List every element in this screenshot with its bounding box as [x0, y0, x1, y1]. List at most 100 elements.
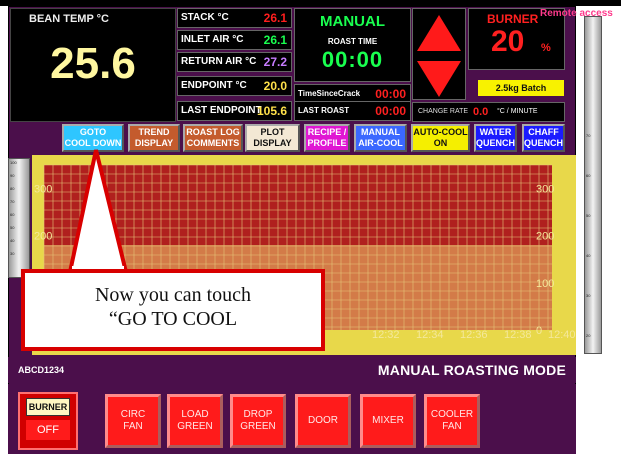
arrow-down-icon[interactable]	[417, 61, 461, 97]
control-button-cooler-fan[interactable]: COOLER FAN	[424, 394, 480, 448]
time-since-crack-value: 00:00	[375, 87, 406, 101]
bean-temp-panel: BEAN TEMP °C 25.6	[10, 8, 176, 122]
control-button-mixer[interactable]: MIXER	[360, 394, 416, 448]
roasting-mode-label: MANUAL ROASTING MODE	[377, 362, 566, 378]
left-gauge-tick: 30	[10, 251, 15, 256]
right-temperature-gauge	[584, 16, 602, 354]
return-air-row: RETURN AIR °C 27.2	[177, 52, 292, 72]
chart-x-tick: 12:36	[460, 329, 488, 341]
left-gauge-tick: 70	[10, 199, 15, 204]
nav-button-label: MANUAL AIR-COOL	[358, 127, 403, 148]
nav-button-label: GOTO COOL DOWN	[64, 127, 122, 148]
time-since-crack-label: TimeSinceCrack	[298, 89, 361, 98]
burner-button-label: BURNER	[26, 398, 70, 416]
nav-button-auto-cool[interactable]: AUTO-COOL ON	[411, 124, 470, 152]
return-air-label: RETURN AIR °C	[181, 56, 257, 67]
nav-button-label: PLOT DISPLAY	[253, 127, 292, 148]
instruction-callout: Now you can touch “GO TO COOL	[21, 269, 325, 351]
control-button-label: MIXER	[372, 415, 404, 426]
right-gauge-tick: 40	[586, 253, 591, 258]
nav-button-trend[interactable]: TREND DISPLAY	[128, 124, 180, 152]
right-gauge-tick: 30	[586, 293, 591, 298]
chart-x-tick: 12:38	[504, 329, 532, 341]
nav-button-label: RECIPE / PROFILE	[307, 127, 347, 148]
nav-button-manual[interactable]: MANUAL AIR-COOL	[354, 124, 407, 152]
bean-temp-value: 25.6	[50, 39, 136, 88]
left-gauge-tick: 90	[10, 173, 15, 178]
burner-toggle-button[interactable]: BURNER OFF	[18, 392, 78, 450]
control-button-drop-green[interactable]: DROP GREEN	[230, 394, 286, 448]
right-gauge-tick: 20	[586, 333, 591, 338]
inlet-air-label: INLET AIR °C	[181, 34, 244, 45]
control-button-label: LOAD GREEN	[177, 409, 213, 432]
burner-value: 20	[491, 25, 525, 58]
last-roast-value: 00:00	[375, 104, 406, 118]
chart-y-tick-left: 200	[34, 231, 52, 243]
inlet-air-value: 26.1	[263, 33, 287, 47]
endpoint-value: 20.0	[263, 79, 287, 93]
left-gauge-tick: 60	[10, 212, 15, 217]
right-gauge-tick: 60	[586, 173, 591, 178]
chart-y-tick-left: 300	[34, 184, 52, 196]
last-endpoint-label: LAST ENDPOINT	[181, 105, 262, 116]
right-gauge-tick: 50	[586, 213, 591, 218]
nav-button-label: TREND DISPLAY	[134, 127, 174, 148]
nav-button-label: WATER QUENCH	[476, 127, 516, 148]
nav-button-roast-log[interactable]: ROAST LOG COMMENTS	[183, 124, 243, 152]
bean-temp-label: BEAN TEMP °C	[29, 13, 109, 25]
burner-adjust-panel	[412, 8, 466, 100]
batch-size-button[interactable]: 2.5kg Batch	[478, 80, 564, 96]
roast-mode-panel: MANUAL ROAST TIME 00:00	[294, 8, 411, 82]
stack-temp-label: STACK °C	[181, 12, 229, 23]
change-rate-value: 0.0	[473, 106, 489, 118]
chart-y-tick-right: 0	[536, 325, 542, 337]
stack-temp-row: STACK °C 26.1	[177, 8, 292, 28]
nav-button-label: AUTO-COOL ON	[413, 127, 468, 148]
nav-button-water[interactable]: WATER QUENCH	[474, 124, 517, 152]
callout-line-1: Now you can touch	[94, 284, 252, 306]
control-button-row: BURNER OFF CIRC FAN LOAD GREEN DROP GREEN DOOR…	[8, 384, 576, 454]
control-button-load-green[interactable]: LOAD GREEN	[167, 394, 223, 448]
roaster-control-screen: BEAN TEMP °C 25.6 STACK °C 26.1 INLET AI…	[0, 0, 621, 457]
control-button-door[interactable]: DOOR	[295, 394, 351, 448]
arrow-up-icon[interactable]	[417, 15, 461, 51]
status-bar: ABCD1234 MANUAL ROASTING MODE	[8, 357, 576, 383]
chart-y-tick-right: 300	[536, 184, 554, 196]
chart-x-tick: 12:40	[548, 329, 576, 341]
last-roast-row: LAST ROAST 00:00	[294, 101, 411, 121]
burner-unit: %	[541, 42, 551, 54]
right-gauge-tick: 70	[586, 133, 591, 138]
callout-line-2: “GO TO COOL	[108, 308, 238, 330]
last-endpoint-row: LAST ENDPOINT 105.6	[177, 101, 292, 121]
last-roast-label: LAST ROAST	[298, 106, 350, 115]
machine-code: ABCD1234	[18, 365, 65, 375]
change-rate-label: CHANGE RATE	[418, 108, 469, 115]
control-button-label: COOLER FAN	[430, 409, 474, 432]
burner-label: BURNER	[487, 12, 539, 26]
control-button-label: DROP GREEN	[240, 409, 276, 432]
nav-button-label: CHAFF QUENCH	[524, 127, 564, 148]
burner-button-state: OFF	[26, 420, 70, 440]
roast-time-label: ROAST TIME	[327, 37, 378, 46]
control-button-circ-fan[interactable]: CIRC FAN	[105, 394, 161, 448]
last-endpoint-value: 105.6	[256, 104, 287, 118]
change-rate-panel: CHANGE RATE 0.0 °C / MINUTE	[412, 102, 565, 122]
left-gauge-tick: 40	[10, 238, 15, 243]
inlet-air-row: INLET AIR °C 26.1	[177, 30, 292, 50]
endpoint-row: ENDPOINT °C 20.0	[177, 76, 292, 96]
chart-x-tick: 12:34	[416, 329, 444, 341]
control-button-label: CIRC FAN	[120, 409, 146, 432]
chart-x-tick: 12:32	[372, 329, 400, 341]
roast-mode-title: MANUAL	[320, 13, 385, 30]
nav-button-recipe[interactable]: RECIPE / PROFILE	[304, 124, 350, 152]
chart-y-tick-right: 200	[536, 231, 554, 243]
endpoint-label: ENDPOINT °C	[181, 80, 247, 91]
nav-button-goto[interactable]: GOTO COOL DOWN	[62, 124, 124, 152]
nav-button-chaff[interactable]: CHAFF QUENCH	[522, 124, 565, 152]
nav-button-plot[interactable]: PLOT DISPLAY	[245, 124, 300, 152]
left-gauge-tick: 50	[10, 225, 15, 230]
left-gauge-tick: 100	[10, 160, 17, 165]
control-button-label: DOOR	[308, 415, 338, 426]
nav-button-label: ROAST LOG COMMENTS	[186, 127, 240, 148]
change-rate-unit: °C / MINUTE	[497, 108, 538, 115]
